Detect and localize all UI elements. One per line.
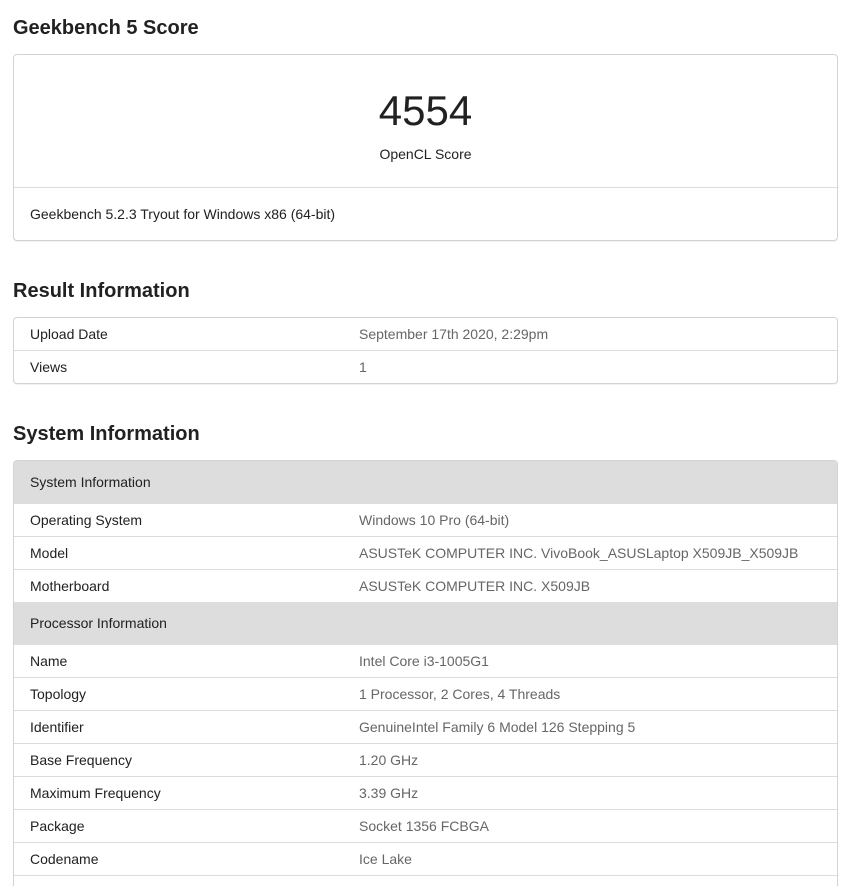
table-row: Codename Ice Lake bbox=[14, 843, 837, 876]
result-info-heading: Result Information bbox=[13, 280, 190, 302]
row-value: September 17th 2020, 2:29pm bbox=[359, 326, 549, 342]
table-row: Name Intel Core i3-1005G1 bbox=[14, 645, 837, 678]
score-heading: Geekbench 5 Score bbox=[13, 17, 199, 39]
row-value: GenuineIntel Family 6 Model 126 Stepping… bbox=[359, 719, 636, 735]
system-info-table: System Information Operating System Wind… bbox=[13, 460, 838, 886]
score-panel: 4554 OpenCL Score bbox=[14, 55, 837, 188]
page: Geekbench 5 Score 4554 OpenCL Score Geek… bbox=[0, 0, 852, 886]
row-value: Ice Lake bbox=[359, 851, 412, 867]
row-label: Package bbox=[30, 818, 85, 834]
table-row: Maximum Frequency 3.39 GHz bbox=[14, 777, 837, 810]
table-row: Views 1 bbox=[14, 351, 837, 383]
benchmark-version: Geekbench 5.2.3 Tryout for Windows x86 (… bbox=[30, 206, 336, 222]
row-value: 1.20 GHz bbox=[359, 752, 419, 768]
table-row: Upload Date September 17th 2020, 2:29pm bbox=[14, 318, 837, 351]
row-label: Model bbox=[30, 545, 69, 561]
table-row: Model ASUSTeK COMPUTER INC. VivoBook_ASU… bbox=[14, 537, 837, 570]
score-card: 4554 OpenCL Score Geekbench 5.2.3 Tryout… bbox=[13, 54, 838, 241]
row-value: Socket 1356 FCBGA bbox=[359, 818, 489, 834]
opencl-score-value: 4554 bbox=[378, 87, 473, 134]
table-row: Identifier GenuineIntel Family 6 Model 1… bbox=[14, 711, 837, 744]
row-value: 1 Processor, 2 Cores, 4 Threads bbox=[359, 686, 561, 702]
row-label: Codename bbox=[30, 851, 99, 867]
row-value: ASUSTeK COMPUTER INC. X509JB bbox=[359, 578, 591, 594]
system-info-subheader: System Information bbox=[14, 461, 837, 504]
row-label: Base Frequency bbox=[30, 752, 132, 768]
row-label: Operating System bbox=[30, 512, 143, 528]
result-info-table: Upload Date September 17th 2020, 2:29pm … bbox=[13, 317, 838, 384]
row-value: 1 bbox=[359, 359, 367, 375]
row-value: 3.39 GHz bbox=[359, 785, 419, 801]
row-label: Name bbox=[30, 653, 68, 669]
opencl-score-label: OpenCL Score bbox=[379, 146, 472, 162]
row-value: ASUSTeK COMPUTER INC. VivoBook_ASUSLapto… bbox=[359, 545, 799, 561]
row-label: Upload Date bbox=[30, 326, 108, 342]
row-label: Views bbox=[30, 359, 68, 375]
table-row: Base Frequency 1.20 GHz bbox=[14, 744, 837, 777]
row-value: Windows 10 Pro (64-bit) bbox=[359, 512, 510, 528]
row-label: Identifier bbox=[30, 719, 84, 735]
table-row: Package Socket 1356 FCBGA bbox=[14, 810, 837, 843]
row-label: Maximum Frequency bbox=[30, 785, 161, 801]
row-label: Topology bbox=[30, 686, 87, 702]
table-row: Topology 1 Processor, 2 Cores, 4 Threads bbox=[14, 678, 837, 711]
row-value: Intel Core i3-1005G1 bbox=[359, 653, 489, 669]
table-row: Motherboard ASUSTeK COMPUTER INC. X509JB bbox=[14, 570, 837, 602]
system-info-heading: System Information bbox=[13, 423, 200, 445]
processor-info-subheader: Processor Information bbox=[14, 602, 837, 645]
table-row: Operating System Windows 10 Pro (64-bit) bbox=[14, 504, 837, 537]
row-label: Motherboard bbox=[30, 578, 110, 594]
